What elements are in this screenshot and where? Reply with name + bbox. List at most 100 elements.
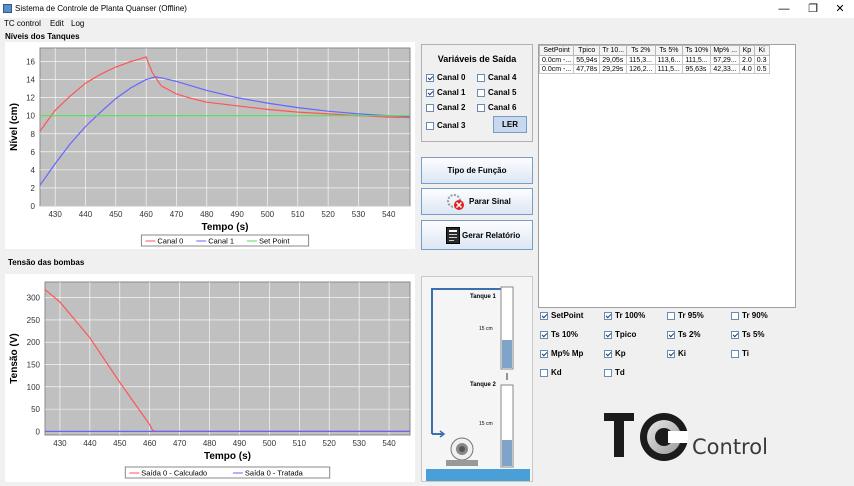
column-header[interactable]: Ts 2%: [626, 45, 656, 56]
checkbox-box[interactable]: [426, 73, 434, 82]
checkbox-box[interactable]: [667, 311, 675, 320]
y-tick-label: 12: [26, 94, 35, 103]
tank1-label: Tanque 1: [470, 294, 496, 300]
metric-checkbox-ts-2[interactable]: Ts 2%: [667, 330, 701, 339]
checkbox-box[interactable]: [604, 311, 612, 320]
metric-checkbox-mp-mp[interactable]: Mp% Mp: [540, 349, 583, 358]
checkbox-canal-2[interactable]: Canal 2: [426, 103, 465, 112]
checkbox-box[interactable]: [477, 103, 485, 112]
table-cell: 115,3...: [626, 55, 656, 65]
column-header[interactable]: Mp% ...: [710, 45, 741, 56]
checkbox-box[interactable]: [604, 349, 612, 358]
y-tick-label: 250: [27, 316, 41, 325]
plot-area: [39, 47, 411, 207]
checkbox-label: Canal 4: [488, 73, 517, 83]
column-header[interactable]: Tpico: [573, 45, 601, 56]
checkbox-box[interactable]: [731, 330, 739, 339]
output-variables-panel: Variáveis de Saída Canal 0 Canal 4 Canal…: [421, 44, 533, 142]
metric-checkbox-ts-5[interactable]: Ts 5%: [731, 330, 765, 339]
generate-report-button[interactable]: Gerar Relatório: [421, 220, 533, 250]
read-button[interactable]: LER: [493, 116, 527, 133]
legend-label: Canal 0: [157, 237, 183, 246]
checkbox-box[interactable]: [477, 88, 485, 97]
checkbox-label: Td: [615, 368, 625, 378]
x-tick-label: 460: [143, 439, 157, 448]
metric-checkbox-tr-95[interactable]: Tr 95%: [667, 311, 704, 320]
minimize-button[interactable]: —: [772, 2, 796, 16]
close-button[interactable]: ✕: [828, 2, 852, 16]
column-header[interactable]: Ki: [753, 45, 770, 56]
checkbox-label: Ts 2%: [678, 330, 701, 340]
checkbox-canal-4[interactable]: Canal 4: [477, 73, 516, 82]
checkbox-label: Ti: [742, 349, 749, 359]
x-tick-label: 490: [230, 210, 244, 219]
checkbox-box[interactable]: [540, 368, 548, 377]
checkbox-canal-1[interactable]: Canal 1: [426, 88, 465, 97]
metric-checkbox-tr-100[interactable]: Tr 100%: [604, 311, 645, 320]
results-table[interactable]: SetPoint Tpico Tr 10... Ts 2% Ts 5% Ts 10% Mp%…: [538, 45, 770, 74]
metric-checkbox-setpoint[interactable]: SetPoint: [540, 311, 583, 320]
checkbox-canal-0[interactable]: Canal 0: [426, 73, 465, 82]
checkbox-label: Canal 5: [488, 88, 517, 98]
checkbox-box[interactable]: [731, 311, 739, 320]
pump-voltage-chart-panel: 430 440 450 460 470 480 490 500 510 520 530 540 0 50 1…: [5, 274, 415, 482]
chart-legend: Canal 0 Canal 1 Set Point: [140, 234, 310, 247]
x-tick-label: 490: [233, 439, 247, 448]
legend-label: Canal 1: [208, 237, 234, 246]
checkbox-canal-3[interactable]: Canal 3: [426, 121, 465, 130]
title-bar: Sistema de Controle de Planta Quanser (O…: [0, 0, 854, 18]
checkbox-box[interactable]: [426, 121, 434, 130]
checkbox-box[interactable]: [540, 311, 548, 320]
x-tick-label: 440: [79, 210, 93, 219]
table-cell: 4.0: [739, 64, 755, 74]
stop-signal-button[interactable]: Parar Sinal: [421, 188, 533, 215]
x-tick-label: 540: [382, 439, 396, 448]
metric-checkbox-tpico[interactable]: Tpico: [604, 330, 636, 339]
checkbox-box[interactable]: [604, 368, 612, 377]
menu-tc-control[interactable]: TC control: [4, 19, 41, 28]
x-tick-label: 530: [352, 210, 366, 219]
checkbox-box[interactable]: [540, 330, 548, 339]
column-header[interactable]: SetPoint: [538, 45, 575, 56]
metric-checkbox-kd[interactable]: Kd: [540, 368, 562, 377]
column-header[interactable]: Kp: [739, 45, 755, 56]
metric-checkbox-ts-10[interactable]: Ts 10%: [540, 330, 578, 339]
checkbox-canal-5[interactable]: Canal 5: [477, 88, 516, 97]
app-icon: [3, 4, 12, 13]
checkbox-box[interactable]: [426, 103, 434, 112]
pump-voltage-label: Tensão das bombas: [8, 258, 85, 267]
checkbox-label: Ts 10%: [551, 330, 578, 340]
x-tick-label: 440: [83, 439, 97, 448]
checkbox-box[interactable]: [540, 349, 548, 358]
checkbox-label: Tpico: [615, 330, 637, 340]
checkbox-box[interactable]: [667, 330, 675, 339]
legend-label: Saída 0 - Calculado: [141, 469, 207, 478]
checkbox-box[interactable]: [731, 349, 739, 358]
metric-checkbox-ki[interactable]: Ki: [667, 349, 686, 358]
column-header[interactable]: Ts 10%: [682, 45, 712, 56]
column-header[interactable]: Ts 5%: [654, 45, 684, 56]
menu-log[interactable]: Log: [71, 19, 84, 28]
generate-report-label: Gerar Relatório: [462, 231, 521, 240]
function-type-button[interactable]: Tipo de Função: [421, 157, 533, 184]
metric-checkbox-td[interactable]: Td: [604, 368, 625, 377]
menu-edit[interactable]: Edit: [50, 19, 64, 28]
checkbox-box[interactable]: [667, 349, 675, 358]
checkbox-label: Ts 5%: [742, 330, 765, 340]
checkbox-box[interactable]: [604, 330, 612, 339]
restore-button[interactable]: ❐: [801, 2, 825, 16]
metric-checkbox-kp[interactable]: Kp: [604, 349, 626, 358]
column-header[interactable]: Tr 10...: [599, 45, 628, 56]
table-row[interactable]: 0.0cm -... 55,94s 29,05s 115,3... 113,6... 11…: [538, 55, 770, 65]
table-cell: 2.0: [739, 55, 755, 65]
checkbox-box[interactable]: [477, 73, 485, 82]
table-row[interactable]: 0.0cm -... 47,78s 29,29s 126,2... 111,5... 95…: [538, 64, 770, 74]
metric-checkbox-ti[interactable]: Ti: [731, 349, 749, 358]
checkbox-canal-6[interactable]: Canal 6: [477, 103, 516, 112]
checkbox-box[interactable]: [426, 88, 434, 97]
metric-checkbox-tr-90[interactable]: Tr 90%: [731, 311, 768, 320]
output-variables-title: Variáveis de Saída: [437, 54, 517, 64]
y-tick-label: 50: [31, 405, 40, 414]
x-axis-label: Tempo (s): [204, 451, 251, 462]
y-tick-label: 4: [31, 166, 36, 175]
